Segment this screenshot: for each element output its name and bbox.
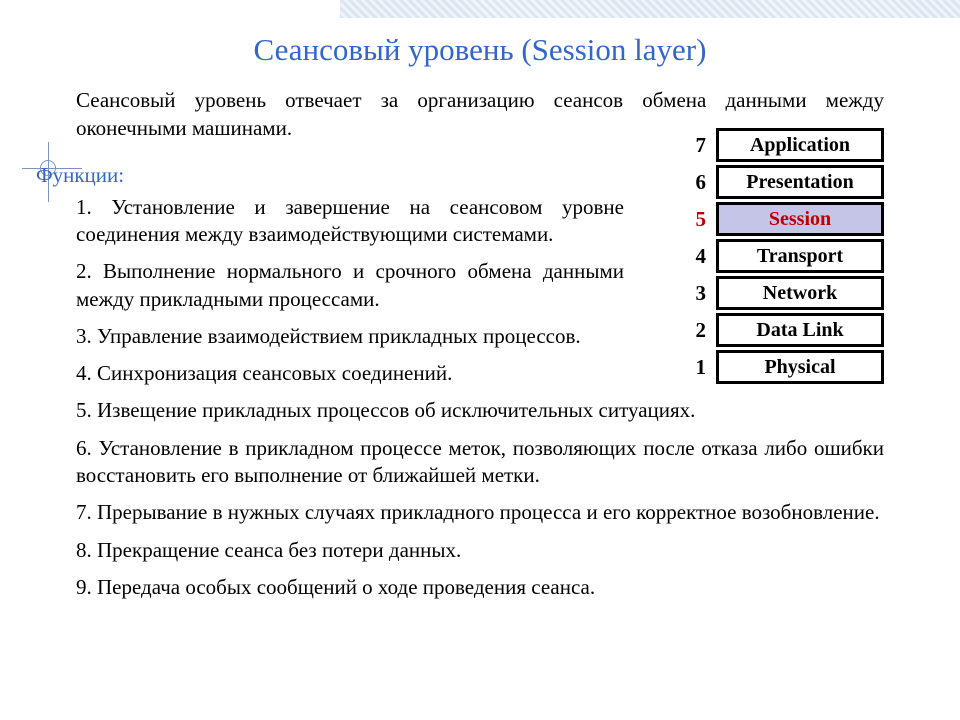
top-border-pattern	[340, 0, 960, 18]
function-item: 3. Управление взаимодействием прикладных…	[76, 323, 884, 350]
functions-list: 1. Установление и завершение на сеансово…	[76, 194, 884, 602]
osi-number: 7	[686, 133, 706, 158]
function-item: 4. Синхронизация сеансовых соединений.	[76, 360, 884, 387]
function-item: 1. Установление и завершение на сеансово…	[76, 194, 884, 249]
function-item: 2. Выполнение нормального и срочного обм…	[76, 258, 884, 313]
function-item: 5. Извещение прикладных процессов об иск…	[76, 397, 884, 424]
osi-row: 7 Application	[686, 128, 884, 162]
function-item: 7. Прерывание в нужных случаях прикладно…	[76, 499, 884, 526]
function-item: 9. Передача особых сообщений о ходе пров…	[76, 574, 884, 601]
functions-heading: Функции:	[36, 163, 884, 188]
function-item: 6. Установление в прикладном процессе ме…	[76, 435, 884, 490]
function-item: 8. Прекращение сеанса без потери данных.	[76, 537, 884, 564]
slide-body: Сеансовый уровень отвечает за организаци…	[0, 86, 960, 601]
osi-layer-application: Application	[716, 128, 884, 162]
